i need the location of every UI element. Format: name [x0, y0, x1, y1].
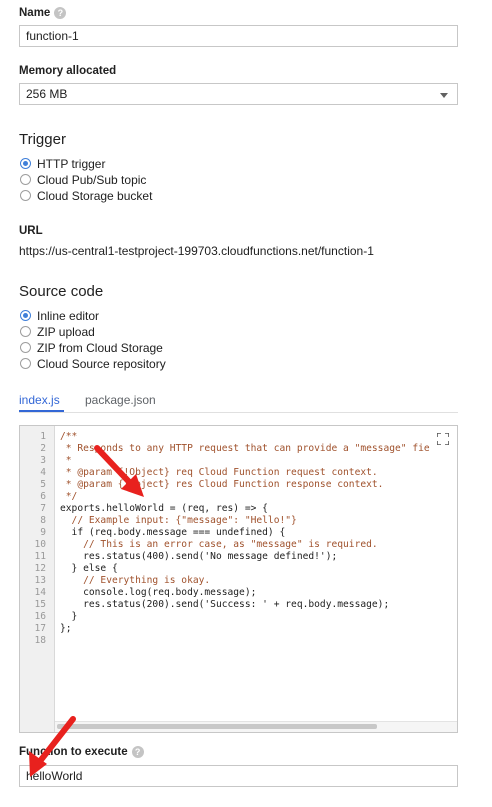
- function-label: Function to execute?: [19, 746, 144, 758]
- source-option-zip-storage[interactable]: ZIP from Cloud Storage: [20, 340, 166, 356]
- line-number: 10: [34, 539, 46, 550]
- trigger-option-http[interactable]: HTTP trigger: [20, 156, 152, 172]
- memory-label: Memory allocated: [19, 65, 117, 77]
- source-option-zip-upload[interactable]: ZIP upload: [20, 324, 166, 340]
- help-icon[interactable]: ?: [131, 746, 144, 758]
- code-line[interactable]: *: [60, 455, 430, 467]
- line-number-gutter: 1 2 3 4 5 6 7 8 9 10 11 12 13 14 15 16 17 18: [20, 426, 55, 732]
- code-line[interactable]: /**: [60, 431, 430, 443]
- code-line[interactable]: if (req.body.message === undefined) {: [60, 527, 430, 539]
- fullscreen-icon[interactable]: [436, 432, 450, 446]
- function-input[interactable]: helloWorld: [19, 765, 458, 787]
- code-line[interactable]: };: [60, 623, 430, 635]
- trigger-option-pubsub[interactable]: Cloud Pub/Sub topic: [20, 172, 152, 188]
- code-line[interactable]: res.status(400).send('No message defined…: [60, 551, 430, 563]
- code-line[interactable]: } else {: [60, 563, 430, 575]
- line-number: 16: [34, 611, 46, 622]
- line-number: 13: [34, 575, 46, 586]
- line-number: 2: [40, 443, 46, 454]
- line-number: 11: [34, 551, 46, 562]
- code-editor[interactable]: 1 2 3 4 5 6 7 8 9 10 11 12 13 14 15 16 17 18 /** * Respon…: [19, 425, 458, 733]
- radio-icon[interactable]: [20, 326, 31, 337]
- memory-select[interactable]: 256 MB: [19, 83, 458, 105]
- tab-index-js[interactable]: index.js: [19, 393, 60, 407]
- line-number: 9: [40, 527, 46, 538]
- source-option-inline[interactable]: Inline editor: [20, 308, 166, 324]
- radio-icon[interactable]: [20, 342, 31, 353]
- radio-icon[interactable]: [20, 358, 31, 369]
- line-number: 3: [40, 455, 46, 466]
- line-number: 4: [40, 467, 46, 478]
- line-number: 7: [40, 503, 46, 514]
- source-title: Source code: [19, 283, 104, 300]
- code-content[interactable]: /** * Responds to any HTTP request that …: [60, 431, 430, 647]
- help-icon[interactable]: ?: [54, 7, 67, 19]
- url-value: https://us-central1-testproject-199703.c…: [19, 244, 374, 258]
- radio-selected-icon[interactable]: [20, 158, 31, 169]
- code-line[interactable]: // Everything is okay.: [60, 575, 430, 587]
- scrollbar-thumb[interactable]: [57, 724, 377, 729]
- tab-divider: [19, 412, 458, 413]
- radio-icon[interactable]: [20, 174, 31, 185]
- line-number: 12: [34, 563, 46, 574]
- name-label: Name?: [19, 7, 67, 19]
- code-line[interactable]: * Responds to any HTTP request that can …: [60, 443, 430, 455]
- source-option-repository[interactable]: Cloud Source repository: [20, 356, 166, 372]
- code-line[interactable]: // This is an error case, as "message" i…: [60, 539, 430, 551]
- url-label: URL: [19, 225, 43, 237]
- line-number: 18: [34, 635, 46, 646]
- trigger-options: HTTP trigger Cloud Pub/Sub topic Cloud S…: [20, 156, 152, 204]
- name-input[interactable]: function-1: [19, 25, 458, 47]
- code-line[interactable]: }: [60, 611, 430, 623]
- line-number: 1: [40, 431, 46, 442]
- line-number: 17: [34, 623, 46, 634]
- code-line[interactable]: [60, 635, 430, 647]
- trigger-title: Trigger: [19, 131, 66, 148]
- line-number: 14: [34, 587, 46, 598]
- code-line[interactable]: exports.helloWorld = (req, res) => {: [60, 503, 430, 515]
- line-number: 15: [34, 599, 46, 610]
- code-line[interactable]: * @param {!Object} req Cloud Function re…: [60, 467, 430, 479]
- radio-icon[interactable]: [20, 190, 31, 201]
- horizontal-scrollbar[interactable]: [55, 721, 457, 732]
- radio-selected-icon[interactable]: [20, 310, 31, 321]
- code-line[interactable]: console.log(req.body.message);: [60, 587, 430, 599]
- code-line[interactable]: res.status(200).send('Success: ' + req.b…: [60, 599, 430, 611]
- dropdown-arrow-icon: [440, 93, 448, 98]
- memory-value: 256 MB: [26, 87, 68, 101]
- tab-package-json[interactable]: package.json: [85, 393, 156, 407]
- line-number: 8: [40, 515, 46, 526]
- code-line[interactable]: */: [60, 491, 430, 503]
- trigger-option-storage[interactable]: Cloud Storage bucket: [20, 188, 152, 204]
- code-line[interactable]: // Example input: {"message": "Hello!"}: [60, 515, 430, 527]
- line-number: 5: [40, 479, 46, 490]
- code-line[interactable]: * @param {!Object} res Cloud Function re…: [60, 479, 430, 491]
- source-options: Inline editor ZIP upload ZIP from Cloud …: [20, 308, 166, 372]
- line-number: 6: [40, 491, 46, 502]
